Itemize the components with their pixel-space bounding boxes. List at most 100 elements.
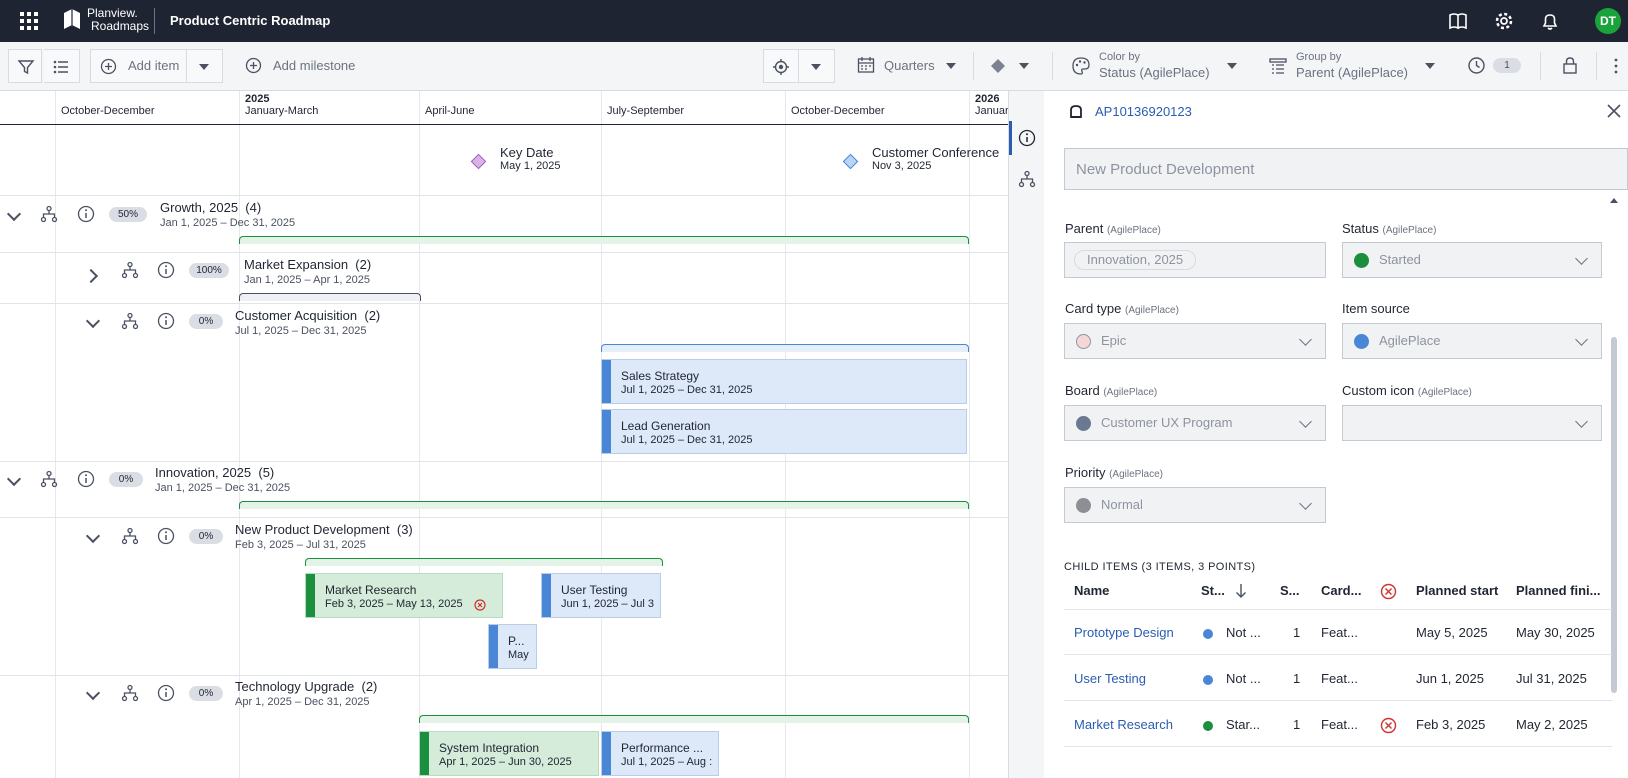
group-title[interactable]: Growth, 2025 (4) bbox=[160, 200, 261, 215]
info-icon[interactable] bbox=[77, 470, 95, 488]
collapse-chevron-icon[interactable] bbox=[6, 471, 22, 487]
chevron-down-icon[interactable] bbox=[1019, 63, 1029, 69]
group-title[interactable]: Market Expansion (2) bbox=[244, 257, 371, 272]
info-icon[interactable] bbox=[157, 684, 175, 702]
child-item-name-link[interactable]: Market Research bbox=[1074, 717, 1173, 732]
hierarchy-icon[interactable] bbox=[121, 312, 139, 330]
roadmap-card[interactable]: Performance ... Jul 1, 2025 – Aug : bbox=[601, 731, 719, 776]
chevron-down-icon[interactable] bbox=[1425, 63, 1435, 69]
group-title[interactable]: Innovation, 2025 (5) bbox=[155, 465, 274, 480]
group-span-bar[interactable] bbox=[239, 501, 969, 509]
milestone-title[interactable]: Customer Conference bbox=[872, 145, 999, 160]
card-status-bar bbox=[489, 625, 498, 668]
column-header-name[interactable]: Name bbox=[1074, 583, 1109, 598]
list-view-button[interactable] bbox=[44, 49, 80, 83]
locate-today-button[interactable] bbox=[763, 49, 799, 83]
collapse-chevron-icon[interactable] bbox=[85, 685, 101, 701]
expand-chevron-icon[interactable] bbox=[83, 268, 99, 284]
parent-field[interactable]: Innovation, 2025 bbox=[1064, 242, 1326, 278]
hierarchy-icon[interactable] bbox=[40, 205, 58, 223]
roadmap-card[interactable]: Market Research Feb 3, 2025 – May 13, 20… bbox=[305, 573, 503, 618]
roadmap-card[interactable]: System Integration Apr 1, 2025 – Jun 30,… bbox=[419, 731, 599, 776]
group-span-bar[interactable] bbox=[239, 293, 421, 301]
column-header-status[interactable]: St... bbox=[1201, 583, 1225, 598]
collapse-chevron-icon[interactable] bbox=[85, 528, 101, 544]
hierarchy-icon[interactable] bbox=[40, 470, 58, 488]
blocked-column-icon[interactable] bbox=[1380, 583, 1397, 600]
parent-chip[interactable]: Innovation, 2025 bbox=[1074, 250, 1197, 270]
book-icon[interactable] bbox=[1447, 10, 1469, 32]
app-grid-icon[interactable] bbox=[20, 12, 38, 30]
info-icon[interactable] bbox=[157, 312, 175, 330]
sort-down-arrow-icon[interactable] bbox=[1235, 583, 1247, 599]
add-milestone-button[interactable]: Add milestone bbox=[273, 58, 355, 73]
close-icon[interactable] bbox=[1607, 104, 1621, 118]
collapse-chevron-icon[interactable] bbox=[6, 206, 22, 222]
info-icon[interactable] bbox=[77, 205, 95, 223]
group-span-bar[interactable] bbox=[305, 558, 663, 566]
child-item-name-link[interactable]: User Testing bbox=[1074, 671, 1146, 686]
priority-select[interactable]: Normal bbox=[1064, 487, 1326, 523]
group-by-select[interactable]: Parent (AgilePlace) bbox=[1296, 65, 1408, 80]
milestone-title[interactable]: Key Date bbox=[500, 145, 553, 160]
card-status-bar bbox=[542, 574, 551, 617]
group-span-bar[interactable] bbox=[601, 344, 969, 352]
color-by-select[interactable]: Status (AgilePlace) bbox=[1099, 65, 1210, 80]
more-vertical-icon[interactable] bbox=[1612, 57, 1620, 75]
hierarchy-icon[interactable] bbox=[1018, 170, 1036, 188]
group-span-bar[interactable] bbox=[419, 715, 969, 723]
panel-scrollbar-thumb[interactable] bbox=[1611, 337, 1617, 693]
hierarchy-icon[interactable] bbox=[121, 684, 139, 702]
group-by-icon[interactable] bbox=[1268, 56, 1288, 76]
locate-dropdown[interactable] bbox=[799, 49, 835, 83]
bell-icon[interactable] bbox=[1539, 10, 1561, 32]
group-title[interactable]: Customer Acquisition (2) bbox=[235, 308, 380, 323]
scroll-up-arrow[interactable] bbox=[1610, 198, 1618, 206]
gear-icon[interactable] bbox=[1493, 10, 1515, 32]
add-item-dropdown[interactable] bbox=[187, 49, 223, 83]
hierarchy-icon[interactable] bbox=[121, 527, 139, 545]
planview-mark-icon bbox=[64, 9, 80, 29]
roadmap-card[interactable]: User Testing Jun 1, 2025 – Jul 3 bbox=[541, 573, 661, 618]
lock-icon[interactable] bbox=[1561, 56, 1579, 75]
status-select[interactable]: Started bbox=[1342, 242, 1602, 278]
item-id-link[interactable]: AP10136920123 bbox=[1095, 104, 1192, 119]
collapse-chevron-icon[interactable] bbox=[85, 313, 101, 329]
hierarchy-icon[interactable] bbox=[121, 261, 139, 279]
chevron-down-icon[interactable] bbox=[1227, 63, 1237, 69]
info-icon[interactable] bbox=[1018, 129, 1036, 147]
add-item-button[interactable]: Add item bbox=[90, 49, 187, 83]
parent-field-label: Parent (AgilePlace) bbox=[1065, 221, 1161, 236]
milestone-conference-diamond[interactable] bbox=[842, 153, 859, 170]
chevron-down-icon bbox=[199, 64, 209, 70]
chevron-down-icon[interactable] bbox=[946, 63, 956, 69]
column-header-planned-finish[interactable]: Planned fini... bbox=[1516, 583, 1601, 598]
progress-badge: 0% bbox=[189, 686, 223, 701]
group-title[interactable]: New Product Development (3) bbox=[235, 522, 413, 537]
custom-icon-select[interactable] bbox=[1342, 405, 1602, 441]
filter-button[interactable] bbox=[8, 49, 42, 83]
user-avatar[interactable]: DT bbox=[1595, 8, 1621, 34]
roadmap-card[interactable]: P... May bbox=[488, 624, 537, 669]
roadmap-card[interactable]: Lead Generation Jul 1, 2025 – Dec 31, 20… bbox=[601, 409, 967, 454]
clock-icon[interactable] bbox=[1467, 56, 1486, 75]
info-icon[interactable] bbox=[157, 261, 175, 279]
time-scale-select[interactable]: Quarters bbox=[884, 58, 935, 73]
item-source-select[interactable]: AgilePlace bbox=[1342, 323, 1602, 359]
group-span-bar[interactable] bbox=[239, 236, 969, 244]
item-title-input[interactable]: New Product Development bbox=[1064, 148, 1628, 190]
column-header-planned-start[interactable]: Planned start bbox=[1416, 583, 1498, 598]
milestone-key-date-diamond[interactable] bbox=[470, 153, 487, 170]
plus-circle-icon[interactable] bbox=[245, 57, 262, 74]
board-select[interactable]: Customer UX Program bbox=[1064, 405, 1326, 441]
milestone-diamond-icon[interactable] bbox=[989, 57, 1007, 75]
calendar-icon[interactable] bbox=[857, 56, 875, 74]
child-item-name-link[interactable]: Prototype Design bbox=[1074, 625, 1174, 640]
group-title[interactable]: Technology Upgrade (2) bbox=[235, 679, 377, 694]
roadmap-card[interactable]: Sales Strategy Jul 1, 2025 – Dec 31, 202… bbox=[601, 359, 967, 404]
card-type-select[interactable]: Epic bbox=[1064, 323, 1326, 359]
column-header-card-type[interactable]: Card... bbox=[1321, 583, 1361, 598]
info-icon[interactable] bbox=[157, 527, 175, 545]
palette-icon[interactable] bbox=[1071, 56, 1091, 76]
column-header-size[interactable]: S... bbox=[1280, 583, 1300, 598]
